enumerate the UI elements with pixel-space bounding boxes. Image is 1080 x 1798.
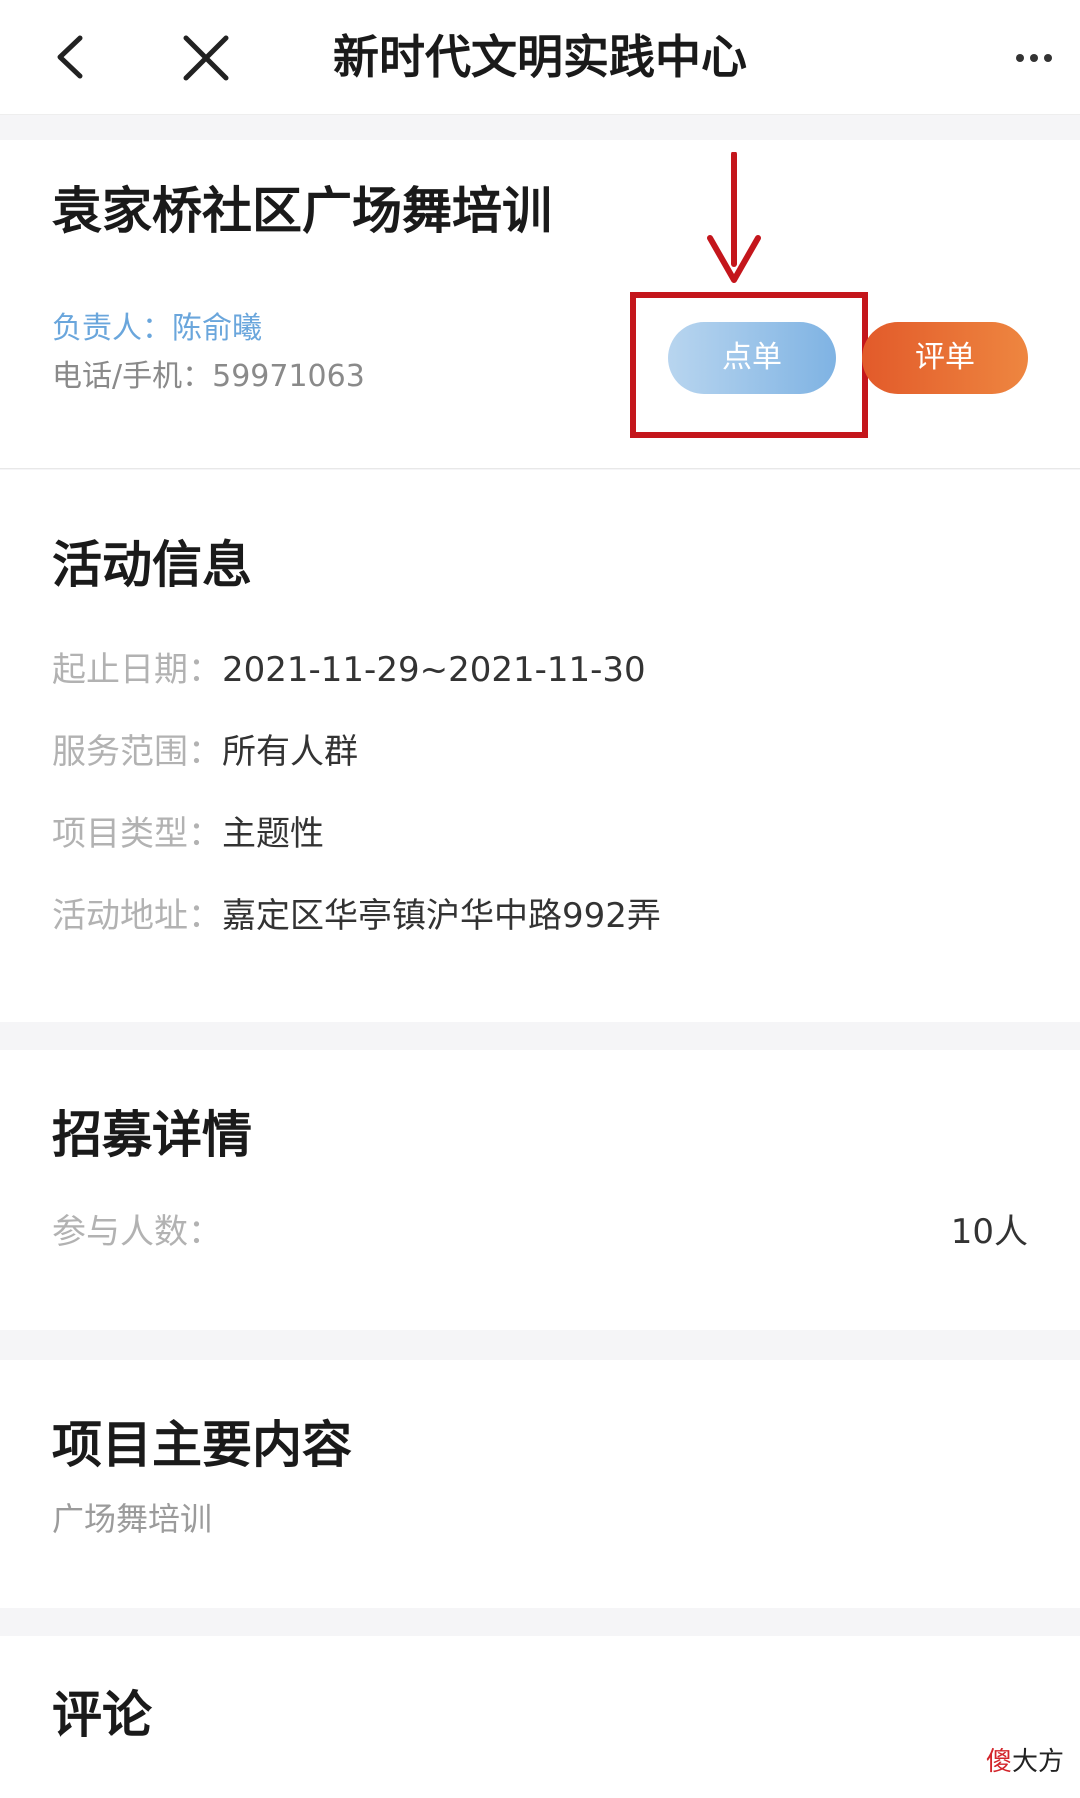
- info-value: 嘉定区华亭镇沪华中路992弄: [222, 896, 661, 936]
- phone-line: 电话/手机：59971063: [52, 356, 365, 398]
- info-value: 所有人群: [222, 732, 358, 772]
- page-title: 新时代文明实践中心: [333, 30, 747, 84]
- watermark: 傻大方: [986, 1744, 1064, 1780]
- info-row-type: 项目类型：主题性: [52, 810, 324, 858]
- section-title-comments: 评论: [52, 1686, 152, 1744]
- info-row-scope: 服务范围：所有人群: [52, 728, 358, 776]
- info-label: 项目类型：: [52, 814, 222, 854]
- content-card: 项目主要内容 广场舞培训: [0, 1360, 1080, 1608]
- rate-button[interactable]: 评单: [862, 322, 1028, 394]
- participant-count-value: 10人: [950, 1212, 1028, 1252]
- section-title-content: 项目主要内容: [52, 1416, 352, 1474]
- down-arrow-icon: [707, 152, 761, 283]
- leader-name[interactable]: 陈俞曦: [172, 311, 262, 346]
- info-label: 活动地址：: [52, 896, 222, 936]
- phone-number[interactable]: 59971063: [212, 359, 365, 394]
- info-label: 服务范围：: [52, 732, 222, 772]
- info-value: 主题性: [222, 814, 324, 854]
- comments-card: 评论: [0, 1636, 1080, 1798]
- recruit-card: 招募详情 参与人数： 10人: [0, 1050, 1080, 1330]
- activity-header-card: 袁家桥社区广场舞培训 负责人：陈俞曦 电话/手机：59971063 点单 评单: [0, 140, 1080, 469]
- phone-label: 电话/手机：: [52, 359, 213, 394]
- info-row-address: 活动地址：嘉定区华亭镇沪华中路992弄: [52, 892, 661, 940]
- back-button[interactable]: [42, 22, 102, 92]
- more-button[interactable]: [1010, 38, 1060, 78]
- watermark-part1: 傻: [985, 1747, 1012, 1777]
- close-icon: [183, 35, 229, 81]
- order-button[interactable]: 点单: [668, 322, 836, 394]
- info-label: 起止日期：: [52, 650, 222, 690]
- activity-title: 袁家桥社区广场舞培训: [52, 182, 552, 240]
- section-title-info: 活动信息: [52, 536, 252, 594]
- leader-label: 负责人：: [52, 311, 172, 346]
- close-button[interactable]: [176, 22, 236, 92]
- participant-count-label: 参与人数：: [52, 1212, 222, 1252]
- content-text: 广场舞培训: [52, 1500, 213, 1538]
- info-value: 2021-11-29~2021-11-30: [222, 650, 646, 690]
- more-dots-icon: [1016, 54, 1052, 62]
- activity-info-card: 活动信息 起止日期：2021-11-29~2021-11-30 服务范围：所有人…: [0, 470, 1080, 1022]
- watermark-part2: 大方: [1011, 1747, 1064, 1777]
- info-row-date: 起止日期：2021-11-29~2021-11-30: [52, 646, 646, 694]
- section-title-recruit: 招募详情: [52, 1106, 252, 1164]
- leader-line[interactable]: 负责人：陈俞曦: [52, 308, 262, 350]
- chevron-left-icon: [57, 35, 83, 79]
- nav-bar: 新时代文明实践中心: [0, 0, 1080, 115]
